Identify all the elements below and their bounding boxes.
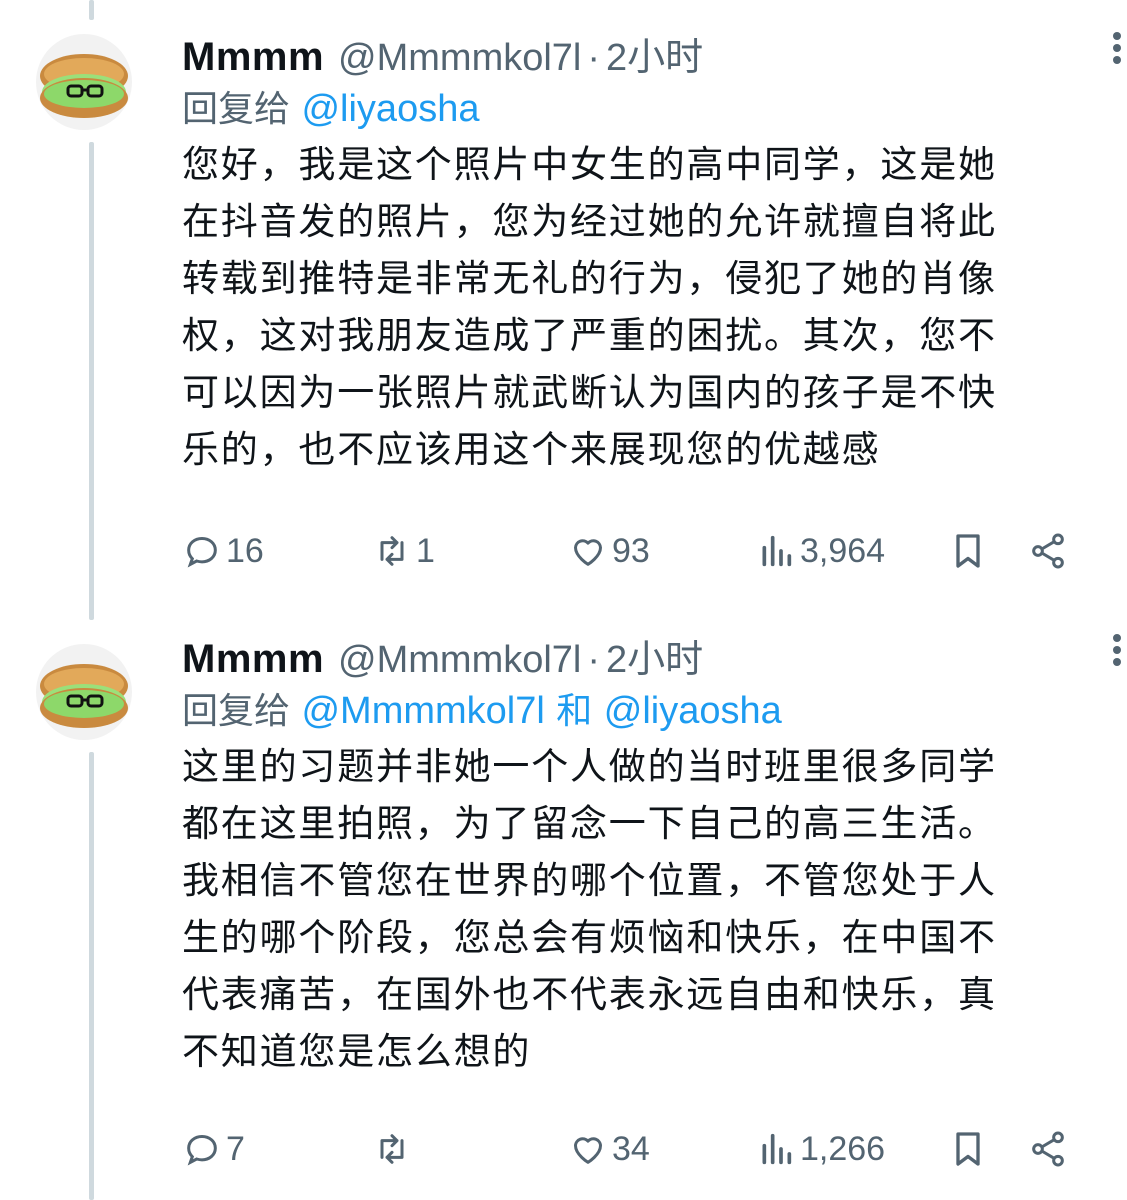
separator-dot: · — [587, 37, 601, 79]
separator-dot: · — [587, 639, 601, 681]
reply-and: 和 — [556, 691, 593, 732]
user-handle[interactable]: @Mmmmkol7l — [338, 37, 581, 80]
like-count: 34 — [612, 1129, 650, 1168]
user-handle[interactable]: @Mmmmkol7l — [338, 639, 581, 682]
like-icon — [574, 539, 602, 566]
views-button[interactable]: 1,266 — [756, 1124, 885, 1174]
reply-to: 回复给 @liyaosha — [182, 80, 1092, 130]
timestamp[interactable]: 2小时 — [606, 26, 703, 81]
like-count: 93 — [612, 531, 650, 570]
retweet-icon — [380, 536, 404, 566]
reply-icon — [187, 1134, 217, 1166]
like-button[interactable]: 34 — [568, 1124, 650, 1174]
bookmark-icon — [956, 1132, 980, 1166]
display-name[interactable]: Mmmm — [182, 637, 324, 682]
reply-count: 7 — [226, 1129, 245, 1168]
more-icon[interactable] — [1102, 630, 1127, 670]
avatar[interactable] — [36, 34, 132, 130]
bookmark-button[interactable] — [948, 526, 992, 576]
action-bar: 7 34 1,266 — [182, 1124, 1082, 1174]
bookmark-icon — [956, 534, 980, 568]
views-icon — [762, 535, 792, 567]
share-button[interactable] — [1028, 526, 1072, 576]
timestamp[interactable]: 2小时 — [606, 628, 703, 683]
tweet-header: Mmmm @Mmmmkol7l · 2小时 — [182, 628, 1121, 681]
retweet-count: 1 — [416, 531, 435, 570]
reply-icon — [187, 536, 217, 568]
reply-count: 16 — [226, 531, 264, 570]
reply-prefix: 回复给 — [182, 691, 291, 732]
share-icon — [1032, 533, 1064, 569]
like-button[interactable]: 93 — [568, 526, 650, 576]
display-name[interactable]: Mmmm — [182, 35, 324, 80]
share-button[interactable] — [1028, 1124, 1072, 1174]
views-icon — [762, 1133, 792, 1165]
tweet-text: 这里的习题并非她一个人做的当时班里很多同学 都在这里拍照，为了留念一下自己的高三… — [182, 745, 997, 1073]
tweet[interactable]: Mmmm @Mmmmkol7l · 2小时 回复给 @Mmmmkol7l 和 @… — [0, 610, 1127, 1200]
tweet[interactable]: Mmmm @Mmmmkol7l · 2小时 回复给 @liyaosha 您好，我… — [0, 0, 1127, 600]
more-icon[interactable] — [1102, 28, 1127, 68]
reply-button[interactable]: 7 — [182, 1124, 245, 1174]
reply-to: 回复给 @Mmmmkol7l 和 @liyaosha — [182, 682, 1092, 732]
tweet-header: Mmmm @Mmmmkol7l · 2小时 — [182, 26, 1121, 79]
retweet-button[interactable]: 1 — [372, 526, 435, 576]
tweet-text: 您好，我是这个照片中女生的高中同学，这是她 在抖音发的照片，您为经过她的允许就擅… — [182, 143, 997, 471]
like-icon — [574, 1137, 602, 1164]
reply-prefix: 回复给 — [182, 89, 291, 130]
avatar-image — [40, 54, 128, 118]
views-button[interactable]: 3,964 — [756, 526, 885, 576]
reply-mention[interactable]: @Mmmmkol7l — [301, 690, 544, 732]
avatar-image — [40, 664, 128, 728]
reply-mention[interactable]: @liyaosha — [301, 88, 479, 130]
share-icon — [1032, 1131, 1064, 1167]
views-count: 1,266 — [800, 1129, 886, 1168]
retweet-button[interactable] — [372, 1124, 416, 1174]
bookmark-button[interactable] — [948, 1124, 992, 1174]
reply-mention[interactable]: @liyaosha — [604, 690, 782, 732]
reply-button[interactable]: 16 — [182, 526, 264, 576]
views-count: 3,964 — [800, 531, 886, 570]
avatar[interactable] — [36, 644, 132, 740]
retweet-icon — [380, 1134, 404, 1164]
action-bar: 16 1 93 3,964 — [182, 526, 1082, 576]
